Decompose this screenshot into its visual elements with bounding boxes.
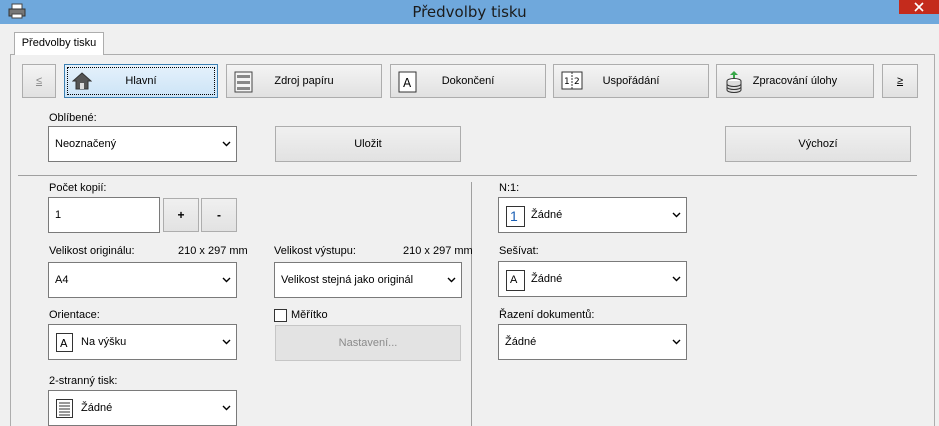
save-button[interactable]: Uložit: [275, 126, 461, 162]
nup-label: N:1:: [499, 182, 520, 194]
window-title: Předvolby tisku: [412, 3, 527, 21]
duplex-label: 2-stranný tisk:: [49, 375, 118, 387]
favorites-value: Neoznačený: [55, 138, 117, 150]
scale-checkbox[interactable]: [274, 309, 287, 322]
orientation-select[interactable]: A Na výšku: [48, 324, 237, 360]
nav-finishing-button[interactable]: A Dokončení: [390, 64, 546, 98]
nav-paper-source-label: Zdroj papíru: [274, 75, 334, 87]
chevron-down-icon: [672, 276, 681, 282]
nup-select[interactable]: 1 Žádné: [498, 197, 687, 233]
column-divider: [471, 182, 472, 426]
copies-plus-button[interactable]: +: [163, 198, 199, 232]
section-divider: [18, 175, 917, 176]
favorites-select[interactable]: Neoznačený: [48, 126, 237, 162]
duplex-select[interactable]: Žádné: [48, 390, 237, 426]
nav-job-handling-label: Zpracování úlohy: [752, 75, 838, 87]
close-button[interactable]: [899, 0, 939, 14]
collate-select[interactable]: Žádné: [498, 324, 687, 360]
orientation-label: Orientace:: [49, 309, 100, 321]
chevron-down-icon: [222, 339, 231, 345]
nav-prev-label: ≤: [35, 75, 43, 87]
tab-printing-preferences[interactable]: Předvolby tisku: [14, 32, 104, 55]
duplex-value: Žádné: [81, 402, 113, 414]
staple-label: Sešívat:: [499, 245, 539, 257]
nup-value: Žádné: [531, 209, 563, 221]
output-size-label: Velikost výstupu:: [274, 245, 356, 257]
copies-label: Počet kopií:: [49, 182, 107, 194]
nav-next-button[interactable]: ≥: [882, 64, 918, 98]
output-size-dims: 210 x 297 mm: [403, 245, 473, 257]
collate-label: Řazení dokumentů:: [499, 309, 595, 321]
nav-main-label: Hlavní: [125, 75, 157, 87]
original-size-select[interactable]: A4: [48, 262, 237, 298]
original-size-label: Velikost originálu:: [49, 245, 135, 257]
chevron-down-icon: [222, 405, 231, 411]
scale-label: Měřítko: [291, 309, 328, 321]
output-size-select[interactable]: Velikost stejná jako originál: [274, 262, 462, 298]
chevron-down-icon: [447, 277, 456, 283]
nav-prev-button[interactable]: ≤: [22, 64, 56, 98]
nav-layout-button[interactable]: 1 2 Uspořádání: [553, 64, 709, 98]
nav-layout-label: Uspořádání: [602, 75, 660, 87]
settings-button[interactable]: Nastavení...: [275, 325, 461, 361]
staple-select[interactable]: A Žádné: [498, 261, 687, 297]
document-lines-icon: [56, 399, 73, 418]
chevron-down-icon: [672, 212, 681, 218]
original-size-value: A4: [55, 274, 69, 286]
chevron-down-icon: [672, 339, 681, 345]
nav-finishing-label: Dokončení: [441, 75, 495, 87]
svg-text:A: A: [60, 337, 68, 350]
staple-value: Žádné: [531, 273, 563, 285]
copies-minus-button[interactable]: -: [201, 198, 237, 232]
page-a-icon: A: [506, 270, 525, 291]
nav-paper-source-button[interactable]: Zdroj papíru: [226, 64, 382, 98]
chevron-down-icon: [222, 277, 231, 283]
copies-value: 1: [55, 209, 62, 221]
default-button[interactable]: Výchozí: [725, 126, 911, 162]
nup-icon-text: 1: [510, 208, 518, 224]
portrait-page-icon: A: [56, 333, 73, 352]
collate-value: Žádné: [505, 336, 537, 348]
single-page-icon: 1: [506, 206, 525, 227]
staple-icon-text: A: [510, 274, 518, 286]
close-icon: [914, 2, 924, 12]
output-size-value: Velikost stejná jako originál: [281, 274, 414, 286]
tab-panel: [10, 54, 935, 426]
nav-main-button[interactable]: Hlavní: [64, 64, 218, 98]
nav-job-handling-button[interactable]: Zpracování úlohy: [716, 64, 874, 98]
chevron-down-icon: [222, 141, 231, 147]
orientation-value: Na výšku: [81, 336, 127, 348]
nav-next-label: ≥: [896, 75, 904, 87]
original-size-dims: 210 x 297 mm: [178, 245, 248, 257]
copies-input[interactable]: 1: [48, 197, 160, 233]
favorites-label: Oblíbené:: [49, 112, 97, 124]
